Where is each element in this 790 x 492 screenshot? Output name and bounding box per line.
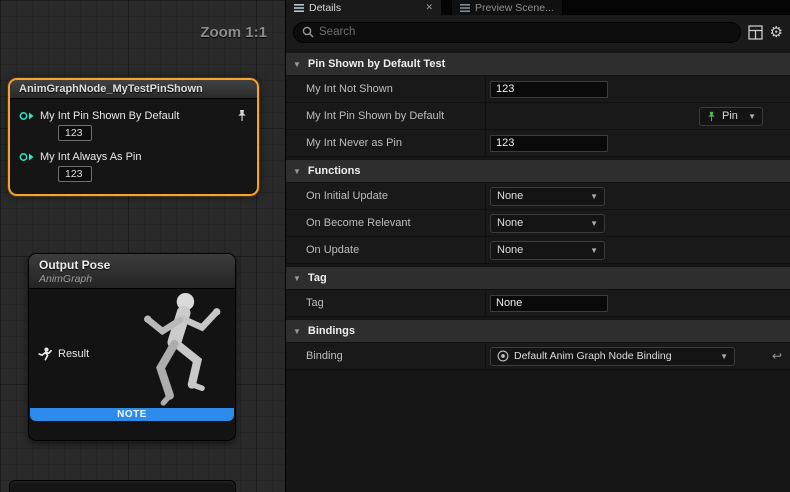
chevron-down-icon [590,219,598,228]
graph-panel[interactable]: Zoom 1:1 AnimGraphNode_MyTestPinShown My… [0,0,285,492]
dropdown-value: None [497,244,523,256]
display-options-icon[interactable] [748,25,763,40]
zoom-level-label: Zoom 1:1 [200,24,267,41]
property-label: On Initial Update [286,183,486,209]
search-input[interactable] [319,26,732,38]
partial-node[interactable] [9,480,236,492]
int-pin-icon[interactable] [19,152,34,162]
int-pin-icon[interactable] [19,111,34,121]
property-label: My Int Pin Shown by Default [286,103,486,129]
section-title: Bindings [308,325,355,337]
section-header-functions[interactable]: Functions [286,160,790,183]
reset-to-default-icon[interactable] [772,349,782,363]
dropdown-value: None [497,217,523,229]
pin-row: My Int Always As Pin [10,151,257,163]
node-body: Result NOTE [29,289,235,422]
preview-scene-tab-icon [460,3,470,13]
pin-icon [706,111,717,122]
chevron-down-icon [293,327,301,336]
tab-preview-scene[interactable]: Preview Scene... [451,0,563,15]
pin-default-value-field[interactable]: 123 [58,125,92,141]
node-header[interactable]: Output Pose AnimGraph [29,254,235,289]
property-label: My Int Not Shown [286,76,486,102]
anim-graph-test-node[interactable]: AnimGraphNode_MyTestPinShown My Int Pin … [8,78,259,196]
node-title[interactable]: AnimGraphNode_MyTestPinShown [10,80,257,99]
section-title: Pin Shown by Default Test [308,58,445,70]
property-row: On Initial Update None [286,183,790,210]
on-update-dropdown[interactable]: None [490,241,605,260]
section-header-bindings[interactable]: Bindings [286,320,790,343]
property-sections: Pin Shown by Default Test My Int Not Sho… [286,49,790,492]
property-label: Tag [286,290,486,316]
pin-default-value-field[interactable]: 123 [58,166,92,182]
section-title: Functions [308,165,361,177]
pin-label: My Int Always As Pin [40,151,141,163]
property-row: My Int Pin Shown by Default Pin [286,103,790,130]
section-title: Tag [308,272,327,284]
result-pin-label: Result [58,348,89,360]
gear-icon[interactable] [770,25,783,40]
tab-label: Preview Scene... [475,2,554,14]
chevron-down-icon [590,246,598,255]
on-initial-update-dropdown[interactable]: None [490,187,605,206]
node-subtitle: AnimGraph [39,273,225,285]
property-row: Binding Default Anim Graph Node Binding [286,343,790,370]
property-label: On Update [286,237,486,263]
chevron-down-icon [748,112,756,121]
chevron-down-icon [293,60,301,69]
search-icon [302,26,314,38]
property-row: On Update None [286,237,790,264]
result-pin-row: Result [38,347,89,361]
pin-dropdown-button[interactable]: Pin [699,107,763,126]
binding-icon [497,350,509,362]
property-row: My Int Never as Pin [286,130,790,157]
chevron-down-icon [720,352,728,361]
on-become-relevant-dropdown[interactable]: None [490,214,605,233]
dropdown-value: Default Anim Graph Node Binding [514,350,672,362]
note-bar: NOTE [30,408,234,421]
tag-input[interactable] [490,295,608,312]
chevron-down-icon [293,167,301,176]
my-int-not-shown-input[interactable] [490,81,608,98]
tab-details[interactable]: Details [286,0,441,15]
tab-bar: Details Preview Scene... [286,0,790,15]
close-icon[interactable] [425,2,433,13]
section-header-pin-shown-by-default-test[interactable]: Pin Shown by Default Test [286,53,790,76]
property-row: Tag [286,290,790,317]
pose-pin-icon[interactable] [38,347,52,361]
section-header-tag[interactable]: Tag [286,267,790,290]
binding-dropdown-button[interactable]: Default Anim Graph Node Binding [490,347,735,366]
search-box[interactable] [293,22,741,43]
mannequin-figure [127,287,231,425]
pushpin-icon[interactable] [236,109,248,122]
details-toolbar [286,15,790,49]
property-row: On Become Relevant None [286,210,790,237]
node-title: Output Pose [39,258,225,272]
output-pose-node[interactable]: Output Pose AnimGraph Res [28,253,236,441]
details-panel: Details Preview Scene... [285,0,790,492]
tab-label: Details [309,2,341,14]
chevron-down-icon [590,192,598,201]
pin-label: My Int Pin Shown By Default [40,110,179,122]
property-row: My Int Not Shown [286,76,790,103]
pin-row: My Int Pin Shown By Default [10,109,257,122]
dropdown-value: Pin [722,110,738,122]
my-int-never-as-pin-input[interactable] [490,135,608,152]
property-label: Binding [286,343,486,369]
details-tab-icon [294,3,304,13]
chevron-down-icon [293,274,301,283]
dropdown-value: None [497,190,523,202]
property-label: On Become Relevant [286,210,486,236]
property-label: My Int Never as Pin [286,130,486,156]
